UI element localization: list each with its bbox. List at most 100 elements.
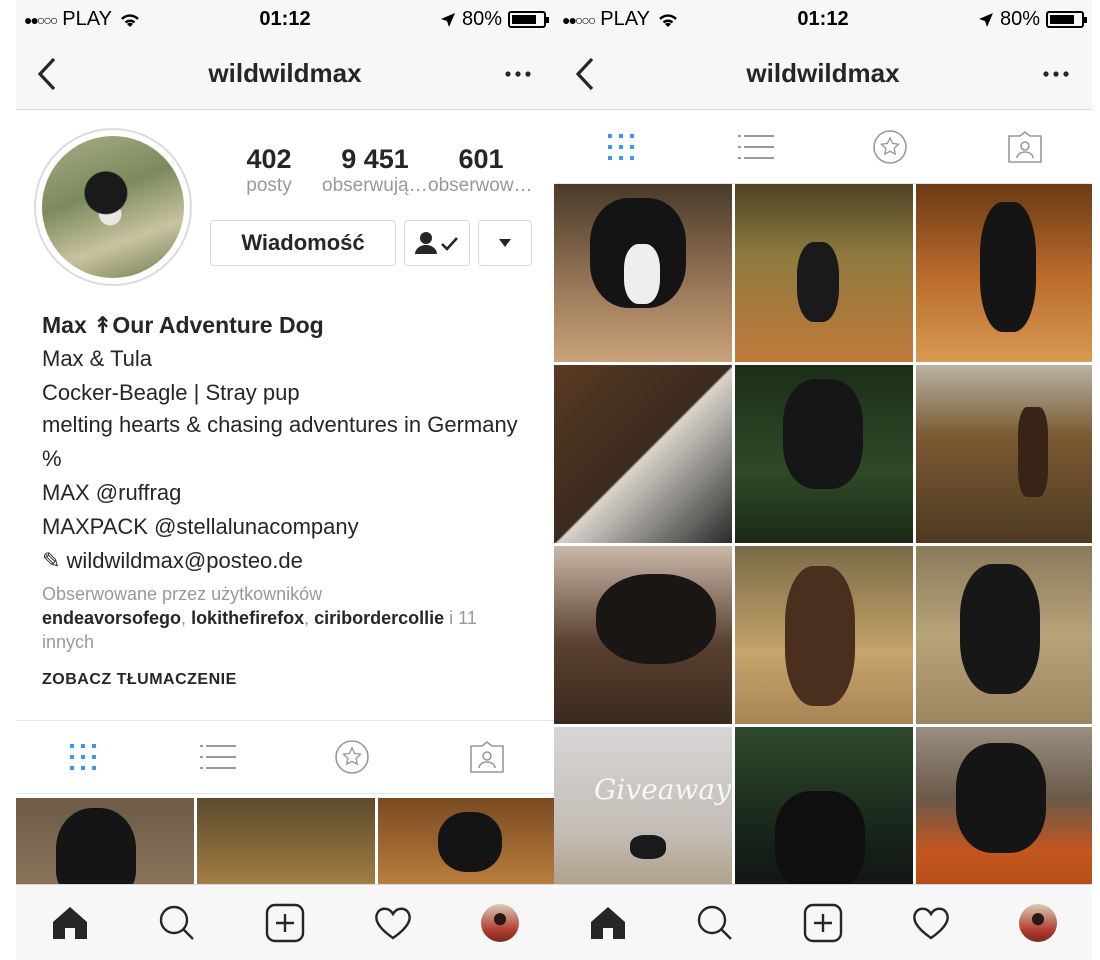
followed-by-user[interactable]: ciribordercollie (314, 608, 444, 628)
grid-icon (608, 133, 635, 160)
photo-tile[interactable] (554, 365, 732, 543)
battery-percent: 80% (999, 8, 1040, 30)
tab-saved[interactable] (322, 732, 382, 782)
photo-tile[interactable] (735, 546, 913, 724)
bio-line: Cocker-Beagle | Stray pup (42, 380, 300, 405)
heart-icon (374, 907, 411, 939)
bio-line-mention[interactable]: MAXPACK @stellalunacompany (42, 510, 528, 544)
stat-following[interactable]: 601 obserwowanych (428, 144, 534, 197)
header-username: wildwildmax (746, 58, 900, 88)
status-bar: ●●○○○ PLAY 01:12 80% (16, 0, 554, 38)
see-translation-link[interactable]: ZOBACZ TŁUMACZENIE (42, 670, 528, 690)
suggested-dropdown-button[interactable] (478, 220, 532, 266)
location-arrow-icon (440, 12, 455, 27)
list-icon (737, 134, 774, 159)
battery-percent: 80% (461, 8, 502, 30)
profile-summary: 402 posty 9 451 obserwujących 601 obserw… (16, 110, 554, 300)
photo-tile[interactable] (735, 727, 913, 905)
photo-tile[interactable]: Giveaway (554, 727, 732, 905)
more-options-button[interactable] (504, 54, 532, 91)
bio-line-mention[interactable]: MAX @ruffrag (42, 476, 528, 510)
stat-posts[interactable]: 402 posty (216, 144, 322, 197)
tab-saved[interactable] (860, 122, 920, 172)
avatar-image (42, 136, 184, 278)
profile-tabs (554, 110, 1092, 184)
posts-label: posty (246, 175, 292, 196)
nav-search[interactable] (149, 895, 205, 951)
add-post-icon (803, 903, 843, 942)
profile-tabs (16, 720, 554, 794)
nav-home[interactable] (42, 895, 98, 951)
nav-add-post[interactable] (257, 895, 313, 951)
location-arrow-icon (978, 12, 993, 27)
tagged-icon (469, 740, 504, 773)
nav-profile[interactable] (472, 895, 528, 951)
nav-add-post[interactable] (795, 895, 851, 951)
bio-line: Max & Tula (42, 346, 153, 371)
status-bar: ●●○○○ PLAY 01:12 80% (554, 0, 1092, 38)
tab-grid[interactable] (53, 732, 113, 782)
profile-actions: Wiadomość (210, 220, 532, 266)
photo-tile[interactable] (554, 184, 732, 362)
photo-tile[interactable] (554, 546, 732, 724)
profile-bio: Max ↟Our Adventure Dog Max & Tula Cocker… (16, 300, 554, 690)
tab-list[interactable] (726, 122, 786, 172)
tab-list[interactable] (188, 732, 248, 782)
stat-followers[interactable]: 9 451 obserwujących (322, 144, 428, 197)
user-check-icon (415, 232, 458, 254)
nav-search[interactable] (687, 895, 743, 951)
followers-label: obserwujących (322, 175, 428, 196)
following-count: 601 (458, 144, 504, 174)
nav-profile[interactable] (1010, 895, 1066, 951)
profile-stats: 402 posty 9 451 obserwujących 601 obserw… (216, 144, 534, 197)
followed-by-user[interactable]: lokithefirefox (191, 608, 304, 628)
phone-screen-profile: ●●○○○ PLAY 01:12 80% wildwildmax 402 pos… (16, 0, 554, 960)
battery-icon (508, 11, 549, 28)
followers-count: 9 451 (341, 144, 409, 174)
photo-tile[interactable] (735, 184, 913, 362)
message-button[interactable]: Wiadomość (210, 220, 396, 266)
profile-avatar-small (481, 903, 520, 942)
bio-line-email[interactable]: ✎ wildwildmax@posteo.de (42, 544, 528, 578)
photo-tile[interactable] (916, 184, 1092, 362)
nav-home[interactable] (580, 895, 636, 951)
more-icon (505, 71, 531, 77)
following-label: obserwowanych (428, 175, 534, 196)
add-post-icon (265, 903, 305, 942)
profile-avatar-small (1019, 903, 1058, 942)
profile-avatar[interactable] (34, 128, 192, 286)
more-options-button[interactable] (1042, 54, 1070, 91)
bio-line: melting hearts & chasing adventures in G… (42, 412, 518, 437)
phone-screen-grid: ●●○○○ PLAY 01:12 80% wildwildmax Giveawa… (554, 0, 1092, 960)
photo-tile[interactable] (916, 365, 1092, 543)
following-button[interactable] (404, 220, 470, 266)
tab-tagged[interactable] (995, 122, 1055, 172)
photo-tile[interactable] (916, 546, 1092, 724)
photo-tile[interactable] (735, 365, 913, 543)
star-icon (873, 129, 908, 164)
star-icon (335, 740, 370, 774)
caret-down-icon (499, 239, 511, 247)
tab-tagged[interactable] (457, 732, 517, 782)
heart-icon (912, 907, 949, 939)
profile-header: wildwildmax (554, 38, 1092, 110)
nav-activity[interactable] (903, 895, 959, 951)
search-icon (698, 905, 733, 940)
giveaway-overlay-text: Giveaway (594, 773, 731, 806)
followed-by-user[interactable]: endeavorsofego (42, 608, 181, 628)
photo-grid: Giveaway (554, 184, 1092, 905)
home-icon (52, 906, 87, 939)
profile-full-name: Max ↟Our Adventure Dog (42, 312, 324, 338)
posts-count: 402 (246, 144, 292, 174)
tab-grid[interactable] (591, 122, 651, 172)
status-bar-right: 80% (978, 8, 1087, 31)
photo-tile[interactable] (916, 727, 1092, 905)
nav-activity[interactable] (365, 895, 421, 951)
tagged-icon (1007, 130, 1042, 163)
followed-by[interactable]: Obserwowane przez użytkowników endeavors… (42, 582, 528, 654)
more-icon (1043, 71, 1069, 77)
bottom-navigation (554, 884, 1092, 960)
profile-header: wildwildmax (16, 38, 554, 110)
grid-icon (70, 744, 97, 770)
home-icon (590, 906, 625, 939)
